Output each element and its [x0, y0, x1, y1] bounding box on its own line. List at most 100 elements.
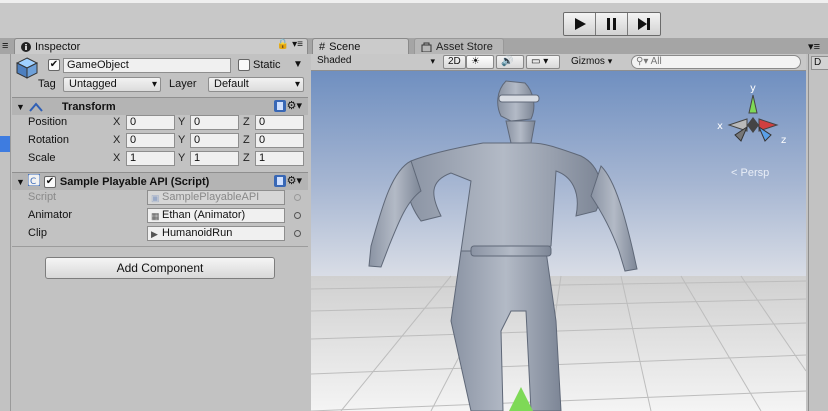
step-icon	[638, 18, 650, 30]
scale-x-field[interactable]: 1	[126, 151, 175, 166]
clip-field-value: HumanoidRun	[162, 227, 233, 239]
tab-inspector[interactable]: Inspector 🔒 ▾≡	[14, 38, 308, 54]
scene-lighting-button[interactable]: ☀	[466, 55, 494, 69]
scene-audio-button[interactable]: 🔊	[496, 55, 524, 69]
foldout-arrow-icon[interactable]: ▼	[16, 102, 25, 112]
image-icon: ▭ ▾	[531, 56, 549, 67]
scale-x-label: X	[113, 152, 121, 164]
position-x-field[interactable]: 0	[126, 115, 175, 130]
divider	[12, 246, 308, 247]
persp-arrow-icon: <	[731, 167, 738, 179]
scene-view-panel: Shaded ▾ 2D ☀ 🔊 ▭ ▾ Gizmos ▾ ⚲▾ All y x …	[311, 54, 806, 411]
scene-viewport[interactable]: y x z < Persp	[311, 71, 806, 411]
inspector-panel: ✔ GameObject Static ▼ Tag Untagged Layer…	[12, 54, 308, 411]
speaker-icon: 🔊	[501, 56, 514, 67]
scale-z-label: Z	[243, 152, 250, 164]
tab-asset-store-label: Asset Store	[436, 40, 493, 53]
layer-dropdown[interactable]: Default	[208, 77, 304, 92]
chevron-down-icon: ▾	[607, 56, 613, 66]
script-object-picker-icon	[294, 194, 301, 201]
position-z-field[interactable]: 0	[255, 115, 304, 130]
settings-gear-icon[interactable]: ⚙▾	[287, 99, 302, 112]
hierarchy-edge	[0, 54, 11, 411]
orientation-gizmo-icon[interactable]: y x z	[713, 81, 793, 151]
clip-object-picker-icon[interactable]	[294, 230, 301, 237]
chevron-down-icon: ▾	[430, 56, 435, 66]
position-label: Position	[28, 116, 68, 128]
right-panel: D	[808, 54, 828, 411]
csharp-script-icon: C	[27, 173, 41, 189]
script-enabled-checkbox[interactable]: ✔	[43, 175, 56, 188]
script-file-icon: ▣	[151, 193, 160, 203]
tab-scene[interactable]: # Scene	[312, 38, 409, 54]
playback-controls	[563, 12, 661, 36]
persp-label-text: Persp	[740, 167, 770, 179]
script-component-header[interactable]: ▼ C ✔ Sample Playable API (Script) ⚙▾	[12, 172, 308, 190]
search-icon: ⚲▾	[636, 56, 649, 67]
svg-text:z: z	[781, 135, 786, 146]
gameobject-cube-icon	[16, 57, 38, 79]
static-checkbox[interactable]	[238, 59, 250, 71]
tab-asset-store[interactable]: Asset Store	[414, 38, 504, 54]
scene-search-input[interactable]: ⚲▾ All	[631, 55, 801, 69]
rotation-x-field[interactable]: 0	[126, 133, 175, 148]
right-panel-tab[interactable]: D	[811, 56, 828, 70]
pause-button[interactable]	[596, 13, 628, 35]
scale-label: Scale	[28, 152, 56, 164]
scale-y-label: Y	[178, 152, 186, 164]
tag-dropdown[interactable]: Untagged	[63, 77, 161, 92]
shading-mode-dropdown[interactable]: Shaded ▾	[313, 55, 437, 69]
scene-toolbar: Shaded ▾ 2D ☀ 🔊 ▭ ▾ Gizmos ▾ ⚲▾ All	[311, 54, 806, 71]
rotation-y-field[interactable]: 0	[190, 133, 239, 148]
play-button[interactable]	[564, 13, 596, 35]
clip-field[interactable]: ▶ HumanoidRun	[147, 226, 285, 241]
static-dropdown-arrow[interactable]: ▼	[293, 59, 303, 70]
main-toolbar	[0, 0, 828, 40]
animation-clip-icon: ▶	[151, 229, 158, 239]
clip-label: Clip	[28, 227, 47, 239]
right-panel-menu-icon[interactable]: ▾≡	[784, 38, 828, 54]
animator-field-value: Ethan (Animator)	[162, 209, 246, 221]
position-y-label: Y	[178, 116, 186, 128]
script-component-title: Sample Playable API (Script)	[59, 175, 210, 188]
gizmos-dropdown[interactable]: Gizmos ▾	[567, 55, 616, 69]
add-component-button[interactable]: Add Component	[45, 257, 275, 279]
animator-grid-icon: ▦	[151, 211, 160, 221]
info-icon	[21, 41, 31, 52]
store-icon	[421, 42, 432, 52]
svg-text:x: x	[717, 121, 723, 132]
toggle-2d-button[interactable]: 2D	[443, 55, 466, 69]
script-field: ▣ SamplePlayableAPI	[147, 190, 285, 205]
help-book-icon[interactable]	[274, 100, 286, 115]
object-name-field[interactable]: GameObject	[63, 58, 231, 73]
left-panel-menu-icon[interactable]: ≡	[0, 38, 10, 54]
foldout-arrow-icon[interactable]: ▼	[16, 177, 25, 187]
svg-text:C: C	[30, 177, 36, 186]
position-y-field[interactable]: 0	[190, 115, 239, 130]
animator-object-picker-icon[interactable]	[294, 212, 301, 219]
scene-effects-dropdown[interactable]: ▭ ▾	[526, 55, 560, 69]
settings-gear-icon[interactable]: ⚙▾	[287, 174, 302, 187]
help-book-icon[interactable]	[274, 175, 286, 190]
scale-y-field[interactable]: 1	[190, 151, 239, 166]
scale-z-field[interactable]: 1	[255, 151, 304, 166]
persp-label[interactable]: < Persp	[731, 167, 769, 179]
rotation-label: Rotation	[28, 134, 69, 146]
animator-field[interactable]: ▦ Ethan (Animator)	[147, 208, 285, 223]
position-x-label: X	[113, 116, 121, 128]
lock-icon[interactable]: 🔒 ▾≡	[277, 39, 303, 50]
play-icon	[574, 18, 586, 30]
shading-mode-label: Shaded	[317, 55, 352, 66]
step-button[interactable]	[628, 13, 660, 35]
rotation-z-label: Z	[243, 134, 250, 146]
pause-icon	[606, 18, 616, 30]
sun-icon: ☀	[471, 56, 480, 67]
rotation-x-label: X	[113, 134, 121, 146]
active-checkbox[interactable]: ✔	[48, 59, 60, 71]
gizmos-label: Gizmos	[571, 56, 605, 67]
animator-label: Animator	[28, 209, 73, 221]
tab-scene-label: Scene	[329, 40, 361, 53]
rotation-z-field[interactable]: 0	[255, 133, 304, 148]
layer-label: Layer	[169, 78, 197, 90]
transform-header[interactable]: ▼ Transform ⚙▾	[12, 97, 308, 115]
